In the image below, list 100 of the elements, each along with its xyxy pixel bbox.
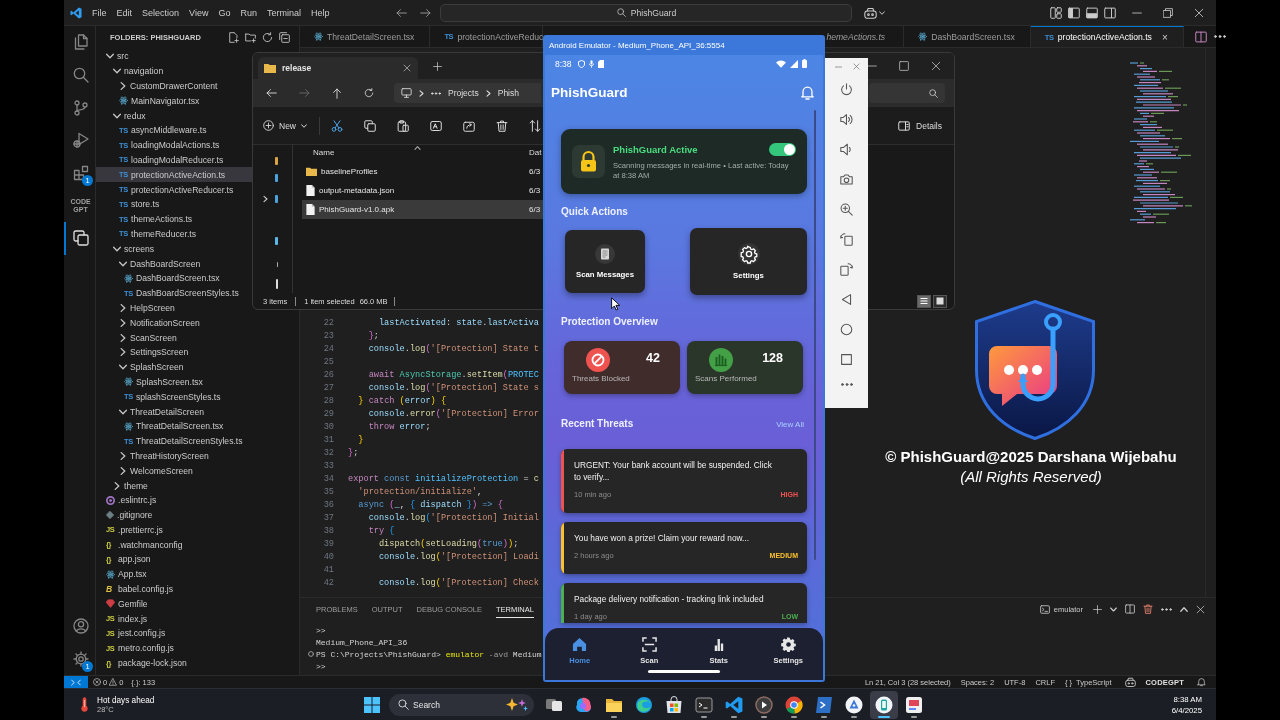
tree-item[interactable]: ThreatDetailScreen	[96, 404, 252, 419]
tree-item[interactable]: .eslintrc.js	[96, 492, 252, 508]
camera-icon[interactable]	[840, 173, 853, 186]
minimize-icon[interactable]	[867, 65, 877, 67]
layout-icon[interactable]	[1050, 6, 1062, 19]
file-row[interactable]: PhishGuard-v1.0.apk 6/3	[302, 200, 544, 219]
file-row[interactable]: baselineProfiles 6/3	[302, 162, 544, 181]
tree-item[interactable]: ThreatHistoryScreen	[96, 448, 252, 464]
file-row[interactable]: output-metadata.json 6/3	[302, 181, 544, 200]
new-file-icon[interactable]	[228, 32, 239, 43]
copy-icon[interactable]	[364, 119, 376, 132]
clipboard-icon[interactable]	[397, 119, 409, 132]
toggle-switch[interactable]	[769, 142, 796, 156]
thermometer-icon[interactable]	[80, 697, 89, 712]
tree-item[interactable]: SettingsScreen	[96, 344, 252, 360]
menu-item[interactable]: View	[184, 4, 214, 21]
split-icon[interactable]	[1125, 604, 1135, 614]
search-field[interactable]	[869, 83, 945, 103]
chevron-right-icon[interactable]	[263, 195, 268, 203]
tree-item[interactable]: MainNavigator.tsx	[96, 93, 252, 109]
menu-item[interactable]: Edit	[111, 4, 138, 21]
menu-item[interactable]: Help	[305, 4, 335, 21]
up-arrow-icon[interactable]	[332, 87, 342, 99]
power-icon[interactable]	[840, 83, 853, 96]
command-center[interactable]: PhishGuard	[440, 3, 853, 22]
tree-item[interactable]: SplashScreen.tsx	[96, 374, 252, 390]
rotate-left-icon[interactable]	[840, 233, 853, 246]
tree-item[interactable]: redux	[96, 108, 252, 123]
more-icon[interactable]	[1161, 607, 1172, 611]
more-icon[interactable]	[840, 383, 853, 386]
back-arrow-icon[interactable]	[396, 7, 408, 18]
tree-item[interactable]: .gitignore	[96, 507, 252, 523]
overview-icon[interactable]	[840, 353, 853, 366]
editor-tab[interactable]: DashBoardScreen.tsx	[904, 26, 1031, 47]
plus-icon[interactable]	[1093, 604, 1102, 614]
bell-icon[interactable]	[801, 84, 814, 100]
sort-icon[interactable]	[529, 119, 541, 132]
panel-bottom-icon[interactable]	[1086, 6, 1098, 19]
tree-item[interactable]: DashBoardScreen.tsx	[96, 270, 252, 286]
forward-arrow-icon[interactable]	[420, 7, 432, 18]
volume-down-icon[interactable]	[840, 143, 853, 156]
rename-icon[interactable]	[430, 119, 442, 132]
tree-item[interactable]: WelcomeScreen	[96, 463, 252, 479]
tree-item[interactable]: DashBoardScreen	[96, 256, 252, 271]
column-header[interactable]: Dat	[529, 147, 542, 157]
tree-item[interactable]: ScanScreen	[96, 330, 252, 345]
weather-title[interactable]: Hot days ahead	[97, 695, 155, 705]
menu-item[interactable]: Go	[213, 4, 236, 21]
tree-item[interactable]: CustomDrawerContent	[96, 78, 252, 94]
plus-icon[interactable]	[433, 62, 442, 71]
more-icon[interactable]	[431, 91, 441, 95]
tree-item[interactable]: ThreatDetailScreen.tsx	[96, 418, 252, 434]
tree-item[interactable]: src	[96, 49, 252, 64]
sidebar-left-icon[interactable]	[1068, 6, 1080, 19]
chevron-down-icon[interactable]	[1110, 606, 1117, 612]
column-header[interactable]: Name	[313, 147, 335, 157]
view-toggle[interactable]	[933, 294, 947, 308]
split-editor-icon[interactable]	[1194, 30, 1207, 43]
tree-item[interactable]: App.tsx	[96, 566, 252, 582]
new-folder-icon[interactable]	[245, 32, 256, 43]
tree-item[interactable]: HelpScreen	[96, 300, 252, 316]
scissors-icon[interactable]	[331, 119, 343, 132]
tree-item[interactable]: Gemfile	[96, 596, 252, 612]
editor-tab[interactable]: ThreatDetailScreen.tsx	[300, 26, 431, 47]
close-icon[interactable]	[931, 61, 941, 71]
robot-icon[interactable]	[1124, 677, 1136, 687]
back-icon[interactable]	[840, 293, 853, 306]
robot-icon[interactable]	[864, 6, 878, 19]
tree-item[interactable]: theme	[96, 478, 252, 493]
share-icon[interactable]	[463, 119, 475, 132]
home-icon[interactable]	[840, 323, 853, 336]
more-icon[interactable]	[1213, 35, 1226, 38]
search-field[interactable]: Search	[389, 693, 534, 716]
collapse-all-icon[interactable]	[279, 32, 290, 43]
rotate-right-icon[interactable]	[840, 263, 853, 276]
breadcrumb-item[interactable]: Phish	[497, 88, 519, 98]
refresh-icon[interactable]	[364, 88, 374, 98]
caret-icon[interactable]	[879, 10, 886, 15]
menu-item[interactable]: Terminal	[261, 4, 306, 21]
maximize-icon[interactable]	[899, 61, 909, 71]
tree-item[interactable]: screens	[96, 241, 252, 257]
restore-icon[interactable]	[1163, 7, 1173, 18]
chevron-up-icon[interactable]	[1180, 606, 1188, 612]
tree-item[interactable]: navigation	[96, 63, 252, 79]
bell-icon[interactable]	[1197, 677, 1206, 687]
details-button[interactable]: Details	[898, 120, 942, 131]
menu-item[interactable]: File	[87, 4, 112, 21]
new-button[interactable]: New	[263, 120, 307, 131]
tree-item[interactable]: NotificationScreen	[96, 315, 252, 331]
breadcrumb-item[interactable]: Projects	[448, 88, 479, 98]
tree-item[interactable]: B babel.config.js	[96, 581, 252, 597]
refresh-icon[interactable]	[262, 32, 273, 43]
address-bar[interactable]: Projects Phish	[394, 83, 541, 103]
taskbar-button[interactable]	[870, 690, 898, 719]
menu-item[interactable]: Selection	[137, 4, 185, 21]
volume-up-icon[interactable]	[840, 113, 853, 126]
tree-item[interactable]: SplashScreen	[96, 359, 252, 375]
sidebar-right-icon[interactable]	[1104, 6, 1116, 19]
menu-item[interactable]: Run	[235, 4, 262, 21]
view-toggle[interactable]	[917, 294, 931, 308]
